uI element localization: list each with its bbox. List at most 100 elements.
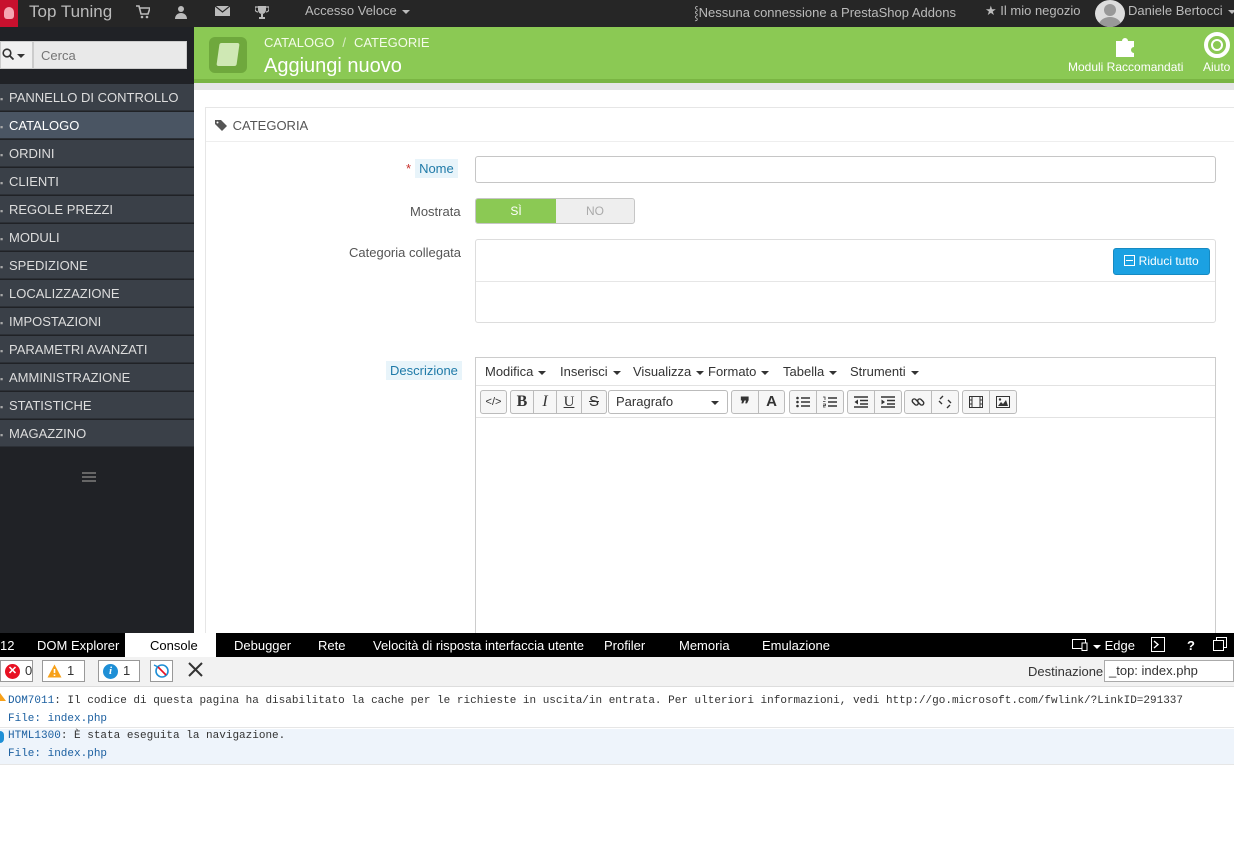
- tab-debugger[interactable]: Debugger: [234, 638, 291, 653]
- info-filter-button[interactable]: i1: [98, 660, 140, 682]
- sidebar-item-statistiche[interactable]: ▪ STATISTICHE: [0, 392, 194, 419]
- bold-icon[interactable]: B: [510, 390, 534, 414]
- quick-access-dropdown[interactable]: Accesso Veloce: [305, 3, 410, 18]
- blockquote-icon[interactable]: ❞: [731, 390, 759, 414]
- avatar[interactable]: [1095, 0, 1125, 27]
- toggle-no[interactable]: NO: [556, 199, 634, 223]
- mail-icon[interactable]: [214, 5, 231, 19]
- console-message-warning[interactable]: DOM7011: Il codice di questa pagina ha d…: [0, 691, 1234, 728]
- recommended-modules-button[interactable]: Moduli Raccomandati: [1068, 32, 1183, 74]
- destination-select[interactable]: _top: index.php: [1104, 660, 1234, 682]
- page-header: CATALOGO / CATEGORIE Aggiungi nuovo Moduli…: [194, 27, 1234, 83]
- user-menu[interactable]: Daniele Bertocci: [1128, 3, 1234, 18]
- collapse-menu-icon[interactable]: [82, 472, 96, 482]
- source-code-icon[interactable]: </>: [480, 390, 507, 414]
- description-label-text[interactable]: Descrizione: [386, 361, 462, 380]
- sidebar-item-pannello-di-controllo[interactable]: ▪ PANNELLO DI CONTROLLO: [0, 84, 194, 111]
- link-icon[interactable]: [904, 390, 932, 414]
- outdent-icon[interactable]: [847, 390, 875, 414]
- media-icon[interactable]: [962, 390, 990, 414]
- name-label-text[interactable]: Nome: [415, 159, 458, 178]
- undock-icon[interactable]: [1213, 637, 1227, 654]
- editor-menu-format[interactable]: Formato: [708, 364, 770, 379]
- menu-item-icon: ▪: [0, 122, 4, 132]
- clear-console-icon[interactable]: [187, 661, 204, 681]
- format-value: Paragrafo: [616, 394, 674, 409]
- errors-filter-button[interactable]: ✕ 0: [0, 660, 33, 682]
- format-select[interactable]: Paragrafo: [608, 390, 728, 414]
- shop-name[interactable]: Top Tuning: [29, 2, 112, 22]
- my-shop-link[interactable]: ★ Il mio negozio: [985, 3, 1081, 19]
- bullet-list-icon[interactable]: [789, 390, 817, 414]
- editor-menu-tools[interactable]: Strumenti: [850, 364, 919, 379]
- sidebar-item-label: LOCALIZZAZIONE: [9, 286, 120, 301]
- image-icon[interactable]: [989, 390, 1017, 414]
- sidebar-item-spedizione[interactable]: ▪ SPEDIZIONE: [0, 252, 194, 279]
- breadcrumb-categories[interactable]: CATEGORIE: [354, 35, 430, 50]
- panel-title: CATEGORIA: [232, 118, 309, 133]
- tab-dom-explorer[interactable]: DOM Explorer: [37, 638, 119, 653]
- sidebar-item-regole-prezzi[interactable]: ▪ REGOLE PREZZI: [0, 196, 194, 223]
- tab-emulation[interactable]: Emulazione: [762, 638, 830, 653]
- user-name: Daniele Bertocci: [1128, 3, 1223, 18]
- sidebar-item-clienti[interactable]: ▪ CLIENTI: [0, 168, 194, 195]
- sidebar-item-parametri-avanzati[interactable]: ▪ PARAMETRI AVANZATI: [0, 336, 194, 363]
- editor-menu-view[interactable]: Visualizza: [633, 364, 705, 379]
- editor-menu-edit[interactable]: Modifica: [485, 364, 547, 379]
- shown-toggle[interactable]: SÌ NO: [475, 198, 635, 224]
- sidebar-item-localizzazione[interactable]: ▪ LOCALIZZAZIONE: [0, 280, 194, 307]
- cart-icon[interactable]: [136, 5, 152, 19]
- strikethrough-icon[interactable]: S: [581, 390, 607, 414]
- prestashop-logo-icon[interactable]: [0, 0, 18, 27]
- unlink-icon[interactable]: [931, 390, 959, 414]
- indent-icon[interactable]: [874, 390, 902, 414]
- menu-item-icon: ▪: [0, 262, 4, 272]
- tab-profiler[interactable]: Profiler: [604, 638, 645, 653]
- sidebar-item-impostazioni[interactable]: ▪ IMPOSTAZIONI: [0, 308, 194, 335]
- name-label: * Nome: [406, 159, 458, 178]
- clear-on-navigate-button[interactable]: [150, 660, 173, 682]
- user-icon[interactable]: [174, 5, 188, 19]
- chevron-down-icon: [1093, 644, 1101, 649]
- menu-item-icon: ▪: [0, 94, 4, 104]
- editor-menu-table[interactable]: Tabella: [783, 364, 838, 379]
- message-file-link[interactable]: File: index.php: [8, 713, 1234, 725]
- sidebar-item-ordini[interactable]: ▪ ORDINI: [0, 140, 194, 167]
- addons-status-link[interactable]: ⸾Nessuna connessione a PrestaShop Addons: [694, 3, 956, 21]
- collapse-all-button[interactable]: Riduci tutto: [1113, 248, 1210, 275]
- sidebar-item-magazzino[interactable]: ▪ MAGAZZINO: [0, 420, 194, 447]
- search-input[interactable]: [33, 41, 187, 69]
- console-message-info[interactable]: HTML1300: È stata eseguita la navigazion…: [0, 729, 1234, 765]
- help-icon[interactable]: ?: [1187, 638, 1195, 653]
- menu-item-icon: ▪: [0, 346, 4, 356]
- underline-icon[interactable]: U: [556, 390, 582, 414]
- message-file-link[interactable]: File: index.php: [8, 748, 1234, 760]
- chevron-down-icon: [1227, 9, 1234, 14]
- text-color-icon[interactable]: A: [758, 390, 785, 414]
- trophy-icon[interactable]: [254, 5, 270, 19]
- sidebar-item-moduli[interactable]: ▪ MODULI: [0, 224, 194, 251]
- lifebuoy-icon: [1203, 32, 1230, 58]
- help-button[interactable]: Aiuto: [1203, 32, 1230, 74]
- sidebar-item-amministrazione[interactable]: ▪ AMMINISTRAZIONE: [0, 364, 194, 391]
- devtools-count: 12: [0, 638, 15, 653]
- editor-menu-insert[interactable]: Inserisci: [560, 364, 621, 379]
- search-type-dropdown[interactable]: [0, 41, 33, 69]
- tab-ui-responsiveness[interactable]: Velocità di risposta interfaccia utente: [373, 638, 584, 653]
- name-input[interactable]: [475, 156, 1216, 183]
- console-toggle-icon[interactable]: [1151, 637, 1165, 655]
- tab-memory[interactable]: Memoria: [679, 638, 730, 653]
- italic-icon[interactable]: I: [533, 390, 557, 414]
- sidebar-item-catalogo[interactable]: ▪ CATALOGO: [0, 112, 194, 139]
- sidebar-item-label: PARAMETRI AVANZATI: [9, 342, 148, 357]
- browser-mode-dropdown[interactable]: Edge: [1072, 638, 1135, 653]
- toggle-yes[interactable]: SÌ: [476, 199, 556, 223]
- tab-console[interactable]: Console: [125, 633, 216, 657]
- warnings-filter-button[interactable]: 1: [42, 660, 85, 682]
- errors-count: 0: [25, 663, 33, 678]
- editor-content-area[interactable]: [476, 418, 1215, 636]
- menu-item-icon: ▪: [0, 150, 4, 160]
- numbered-list-icon[interactable]: [816, 390, 844, 414]
- tab-network[interactable]: Rete: [318, 638, 345, 653]
- breadcrumb-catalog[interactable]: CATALOGO: [264, 35, 334, 50]
